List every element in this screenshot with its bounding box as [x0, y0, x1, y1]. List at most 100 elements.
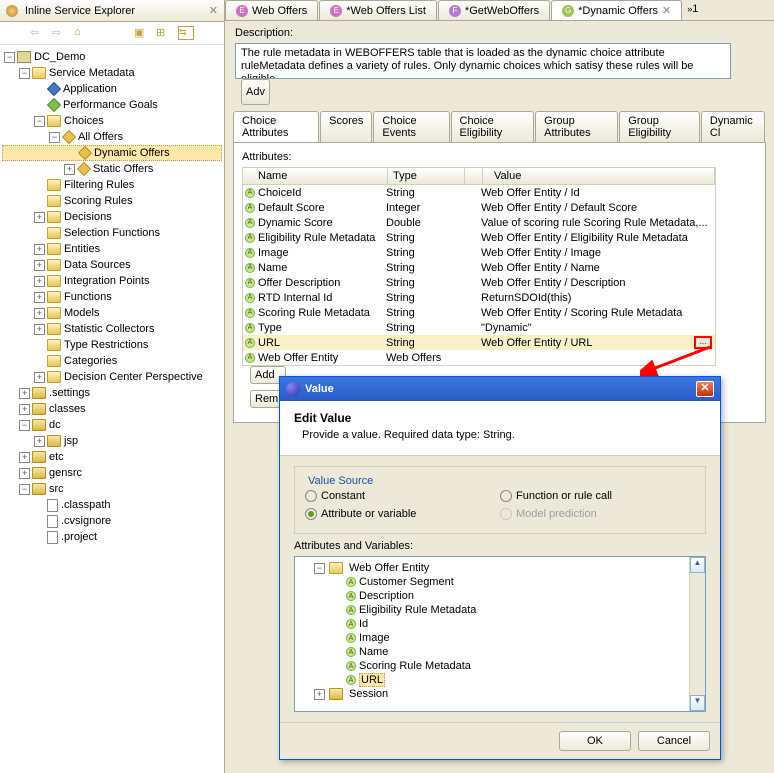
- subtab-scores[interactable]: Scores: [320, 111, 372, 142]
- av-item[interactable]: AScoring Rule Metadata: [299, 659, 701, 673]
- av-entity[interactable]: Web Offer Entity: [349, 562, 429, 574]
- link-icon[interactable]: ⊞: [156, 26, 172, 40]
- cancel-button[interactable]: Cancel: [638, 731, 710, 751]
- tree-ip[interactable]: Integration Points: [64, 275, 150, 287]
- tree-proj[interactable]: .project: [61, 531, 97, 543]
- tab-dynamicoffers[interactable]: G*Dynamic Offers✕: [551, 0, 682, 20]
- av-tree[interactable]: −Web Offer Entity ACustomer SegmentADesc…: [294, 556, 706, 712]
- subtab-dynamic[interactable]: Dynamic Cl: [701, 111, 765, 142]
- tree-tr[interactable]: Type Restrictions: [64, 339, 148, 351]
- tree-mdl[interactable]: Models: [64, 307, 99, 319]
- tree[interactable]: −DC_Demo −Service Metadata Application P…: [0, 45, 224, 762]
- edit-value-button[interactable]: ...: [694, 336, 712, 349]
- table-row[interactable]: AChoiceIdStringWeb Offer Entity / Id: [243, 185, 715, 200]
- advanced-button[interactable]: Adv: [241, 79, 270, 105]
- tree-ds[interactable]: Data Sources: [64, 259, 131, 271]
- tree-self[interactable]: Selection Functions: [64, 227, 160, 239]
- table-row[interactable]: ADynamic ScoreDoubleValue of scoring rul…: [243, 215, 715, 230]
- collapse-icon[interactable]: ▣: [134, 26, 150, 40]
- tree-etc[interactable]: etc: [49, 451, 64, 463]
- tree-dec[interactable]: Decisions: [64, 211, 112, 223]
- table-row[interactable]: AOffer DescriptionStringWeb Offer Entity…: [243, 275, 715, 290]
- subtab-choiceevents[interactable]: Choice Events: [373, 111, 449, 142]
- description-text[interactable]: The rule metadata in WEBOFFERS table tha…: [235, 43, 731, 79]
- tree-dcp[interactable]: Decision Center Perspective: [64, 371, 203, 383]
- dialog-titlebar[interactable]: Value ✕: [280, 377, 720, 401]
- radio-function[interactable]: Function or rule call: [500, 487, 695, 505]
- tab-weboffers[interactable]: EWeb Offers: [225, 0, 318, 20]
- tree-cat[interactable]: Categories: [64, 355, 117, 367]
- radio-attribute[interactable]: Attribute or variable: [305, 505, 500, 523]
- tree-cp[interactable]: .classpath: [61, 499, 111, 511]
- tree-sm[interactable]: Service Metadata: [49, 67, 135, 79]
- av-session[interactable]: Session: [349, 688, 388, 700]
- tree-alloffers[interactable]: All Offers: [78, 131, 123, 143]
- cell-value: Web Offer Entity / Description: [481, 277, 715, 289]
- av-item[interactable]: ADescription: [299, 589, 701, 603]
- tree-gen[interactable]: gensrc: [49, 467, 82, 479]
- close-icon[interactable]: ✕: [662, 4, 671, 17]
- cell-value: Web Offer Entity / Eligibility Rule Meta…: [481, 232, 715, 244]
- tree-app[interactable]: Application: [63, 83, 117, 95]
- tree-set[interactable]: .settings: [49, 387, 90, 399]
- tree-ent[interactable]: Entities: [64, 243, 100, 255]
- av-label: Attributes and Variables:: [294, 540, 706, 552]
- table-row[interactable]: ARTD Internal IdStringReturnSDOId(this): [243, 290, 715, 305]
- tab-getweboffers[interactable]: F*GetWebOffers: [438, 0, 550, 20]
- table-row[interactable]: AURLStringWeb Offer Entity / URL...: [243, 335, 715, 350]
- tree-choices[interactable]: Choices: [64, 115, 104, 127]
- sync-icon[interactable]: ⇆: [178, 26, 194, 40]
- close-button[interactable]: ✕: [696, 381, 714, 397]
- col-type[interactable]: Type: [388, 168, 465, 184]
- home-icon[interactable]: ⌂: [74, 26, 90, 40]
- subtab-choiceattr[interactable]: Choice Attributes: [233, 111, 319, 142]
- attr-icon: A: [346, 619, 356, 629]
- tree-jsp[interactable]: jsp: [64, 435, 78, 447]
- tree-src[interactable]: src: [49, 483, 64, 495]
- table-row[interactable]: AWeb Offer EntityWeb Offers: [243, 350, 715, 365]
- table-row[interactable]: ATypeString"Dynamic": [243, 320, 715, 335]
- tabs-overflow[interactable]: »1: [683, 0, 702, 20]
- tree-statoffers[interactable]: Static Offers: [93, 163, 153, 175]
- tree-sc[interactable]: Statistic Collectors: [64, 323, 154, 335]
- tree-cls[interactable]: classes: [49, 403, 86, 415]
- scroll-up-icon[interactable]: ▲: [690, 557, 705, 573]
- av-item[interactable]: AURL: [299, 673, 701, 687]
- subtab-choiceelig[interactable]: Choice Eligibility: [451, 111, 535, 142]
- av-item[interactable]: AId: [299, 617, 701, 631]
- av-item[interactable]: AImage: [299, 631, 701, 645]
- table-row[interactable]: AEligibility Rule MetadataStringWeb Offe…: [243, 230, 715, 245]
- cell-value: "Dynamic": [481, 322, 715, 334]
- av-item[interactable]: ACustomer Segment: [299, 575, 701, 589]
- diamond-icon: [62, 130, 76, 144]
- ok-button[interactable]: OK: [559, 731, 631, 751]
- radio-constant[interactable]: Constant: [305, 487, 500, 505]
- tree-filt[interactable]: Filtering Rules: [64, 179, 134, 191]
- tree-dynoffers[interactable]: Dynamic Offers: [94, 147, 170, 159]
- attr-icon: A: [245, 293, 255, 303]
- subtab-groupelig[interactable]: Group Eligibility: [619, 111, 700, 142]
- fwd-icon[interactable]: ⇨: [52, 26, 68, 40]
- tree-root[interactable]: DC_Demo: [34, 51, 85, 63]
- col-value[interactable]: Value: [483, 168, 715, 184]
- tree-dc[interactable]: dc: [49, 419, 61, 431]
- tree-scor[interactable]: Scoring Rules: [64, 195, 132, 207]
- tab-webofferslist[interactable]: E*Web Offers List: [319, 0, 437, 20]
- folder-icon: [47, 355, 61, 367]
- col-name[interactable]: Name: [243, 168, 388, 184]
- cell-name: Default Score: [258, 202, 386, 214]
- av-item[interactable]: AName: [299, 645, 701, 659]
- table-row[interactable]: AScoring Rule MetadataStringWeb Offer En…: [243, 305, 715, 320]
- scroll-down-icon[interactable]: ▼: [690, 695, 705, 711]
- scrollbar[interactable]: ▲ ▼: [689, 557, 705, 711]
- table-row[interactable]: AImageStringWeb Offer Entity / Image: [243, 245, 715, 260]
- subtab-groupattr[interactable]: Group Attributes: [535, 111, 618, 142]
- table-row[interactable]: ADefault ScoreIntegerWeb Offer Entity / …: [243, 200, 715, 215]
- radio-group: Constant Function or rule call Attribute…: [305, 487, 695, 523]
- table-row[interactable]: ANameStringWeb Offer Entity / Name: [243, 260, 715, 275]
- tree-cvs[interactable]: .cvsignore: [61, 515, 111, 527]
- av-item[interactable]: AEligibility Rule Metadata: [299, 603, 701, 617]
- tree-fn[interactable]: Functions: [64, 291, 112, 303]
- tree-perf[interactable]: Performance Goals: [63, 99, 158, 111]
- back-icon[interactable]: ⇦: [30, 26, 46, 40]
